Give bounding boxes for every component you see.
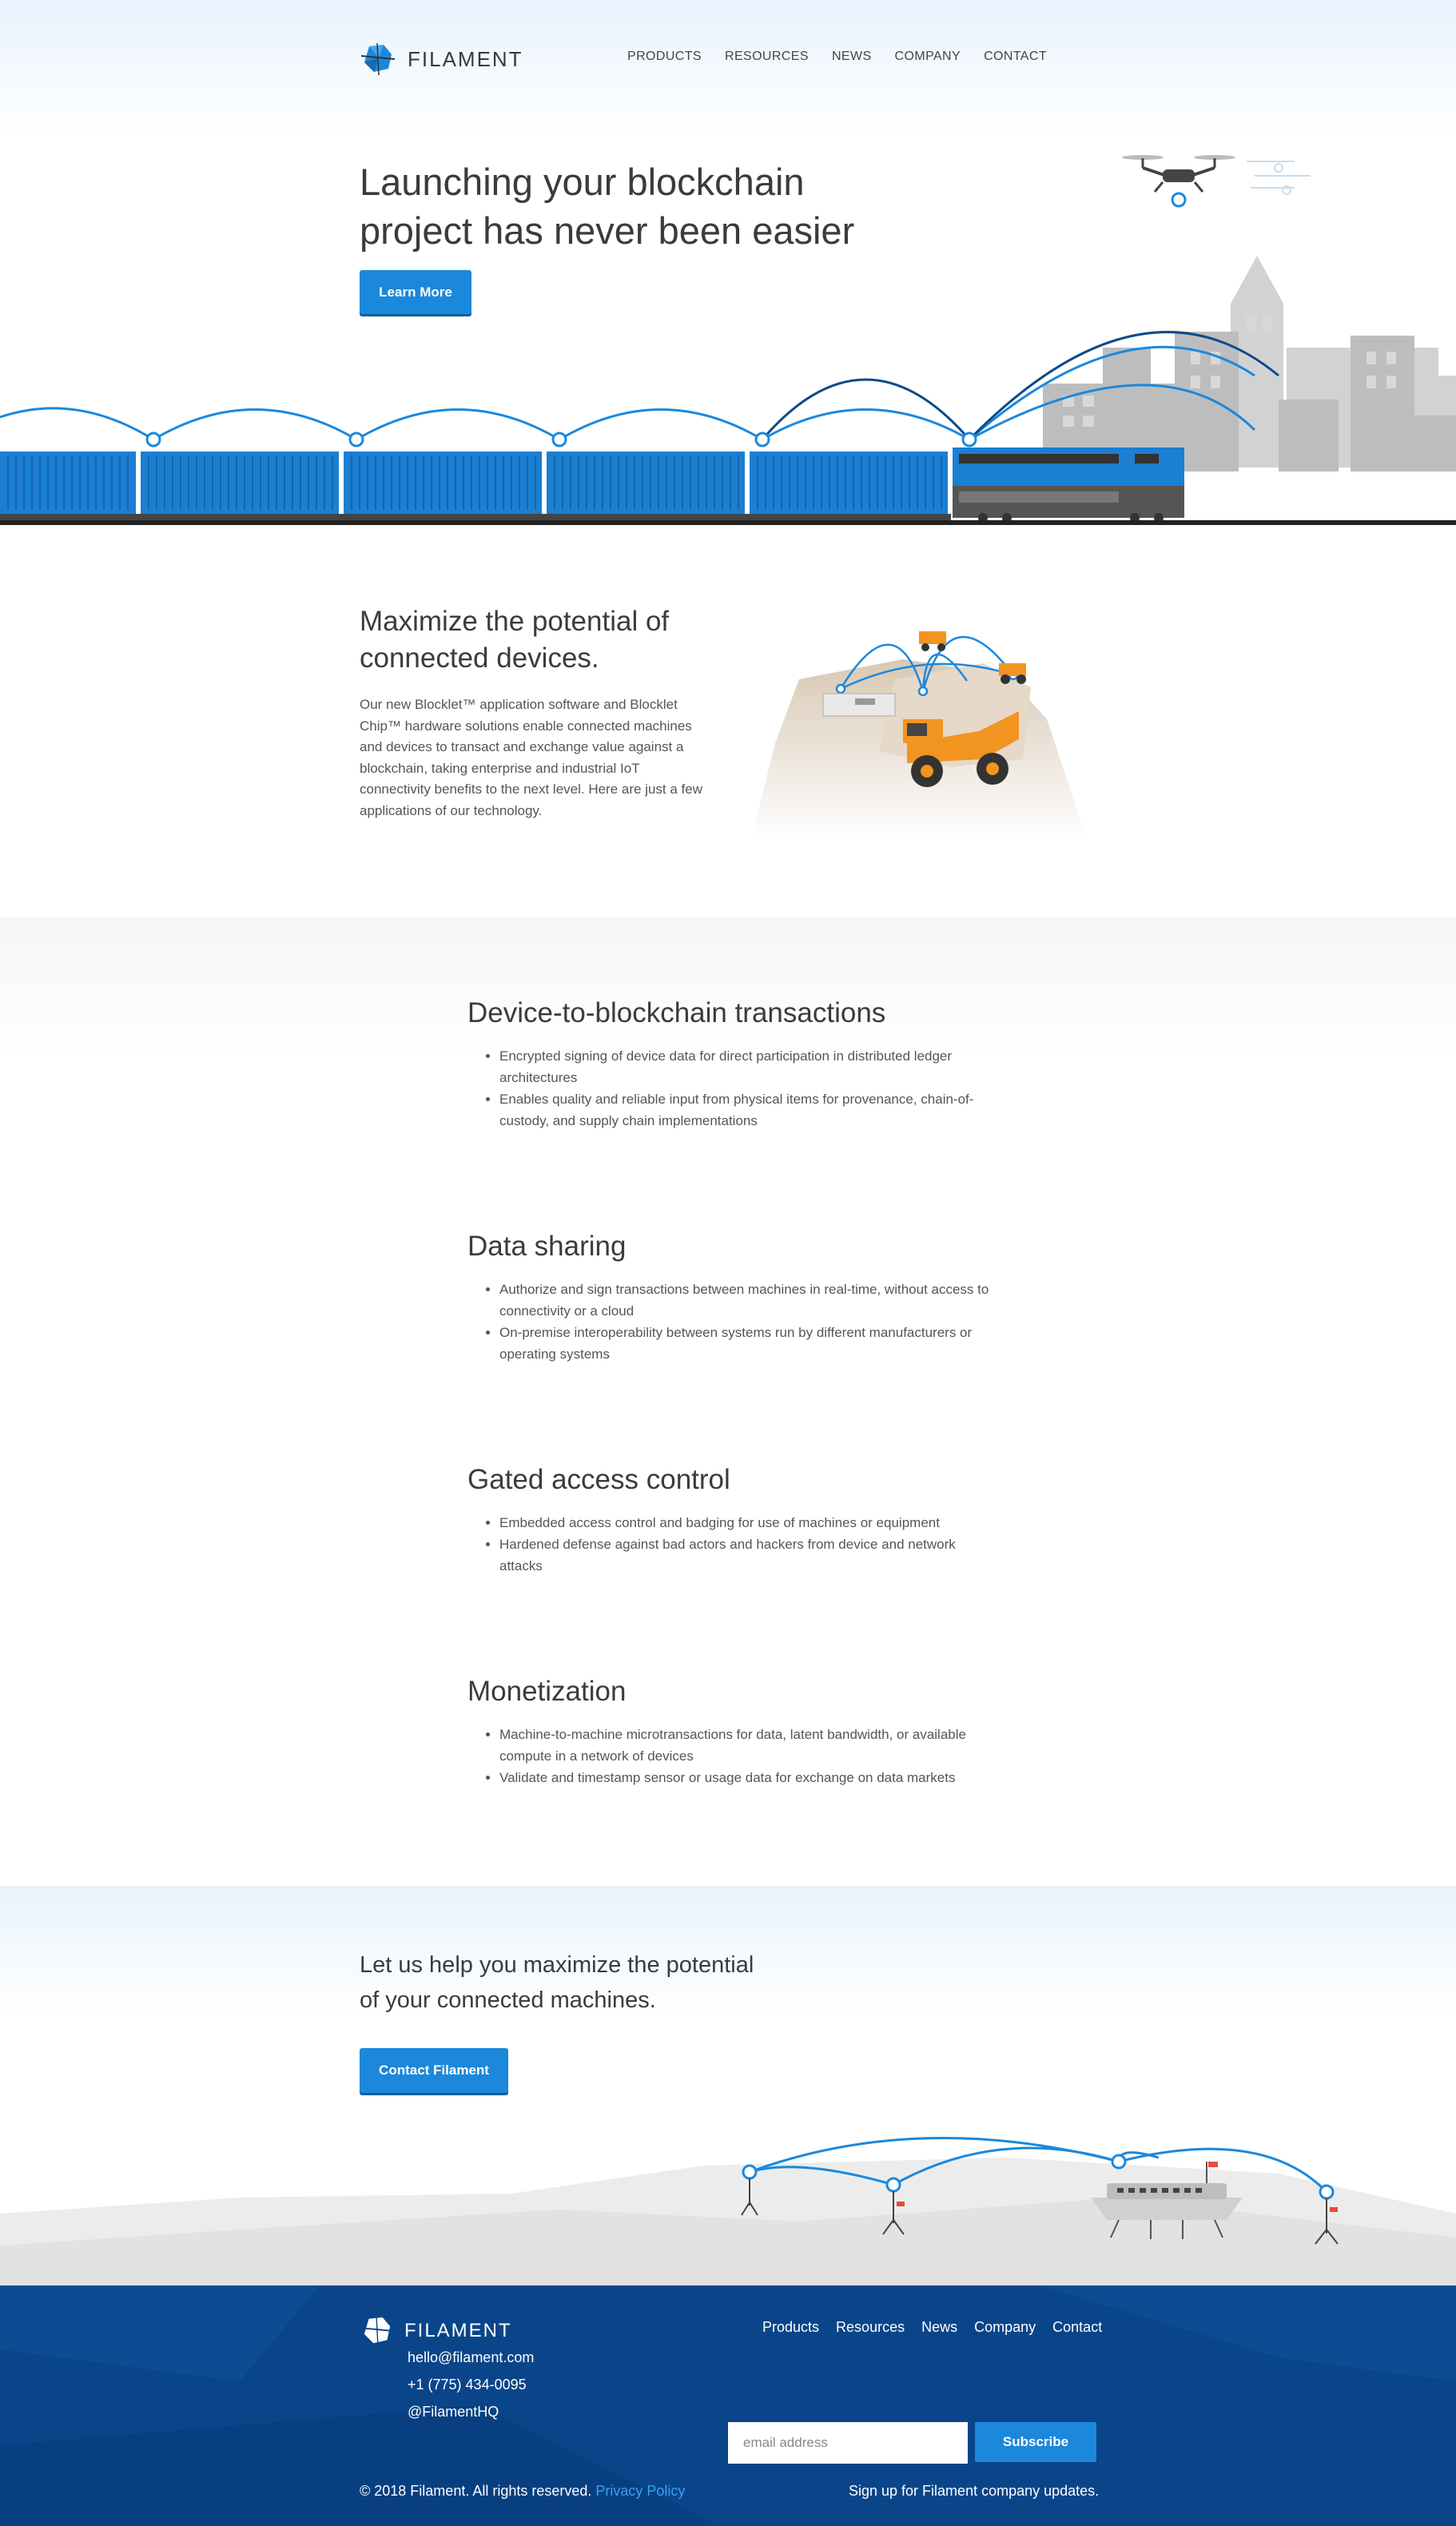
footer-email-link[interactable]: hello@filament.com <box>408 2349 534 2366</box>
footer-phone[interactable]: +1 (775) 434-0095 <box>408 2377 527 2393</box>
mining-trucks-illustration <box>751 631 1087 839</box>
nav-company[interactable]: COMPANY <box>895 50 961 64</box>
feature-list: Encrypted signing of device data for dir… <box>467 1045 995 1132</box>
privacy-policy-link[interactable]: Privacy Policy <box>595 2483 685 2499</box>
feature-device-to-blockchain: Device-to-blockchain transactions Encryp… <box>467 996 995 1132</box>
footer-link-company[interactable]: Company <box>974 2319 1036 2336</box>
footer-background <box>0 2285 1456 2526</box>
feature-bullet: Authorize and sign transactions between … <box>499 1279 995 1322</box>
top-nav: FILAMENT PRODUCTS RESOURCES NEWS COMPANY… <box>360 43 1047 75</box>
hero-section: FILAMENT PRODUCTS RESOURCES NEWS COMPANY… <box>0 0 1456 527</box>
nav-contact[interactable]: CONTACT <box>984 50 1047 64</box>
connected-devices-title: Maximize the potential of connected devi… <box>360 603 711 677</box>
feature-title: Monetization <box>467 1676 627 1707</box>
footer-link-contact[interactable]: Contact <box>1052 2319 1102 2336</box>
connected-devices-title-line1: Maximize the potential of <box>360 606 670 637</box>
sensor-network-illustration <box>0 2136 1456 2285</box>
logo-text: FILAMENT <box>408 46 523 71</box>
feature-bullet: Machine-to-machine microtransactions for… <box>499 1724 995 1767</box>
newsletter-note: Sign up for Filament company updates. <box>849 2483 1100 2499</box>
nav-resources[interactable]: RESOURCES <box>725 50 809 64</box>
feature-monetization: Monetization Machine-to-machine microtra… <box>467 1674 995 1788</box>
filament-logo-icon <box>360 2316 394 2346</box>
feature-list: Machine-to-machine microtransactions for… <box>467 1724 995 1788</box>
feature-bullet: Hardened defense against bad actors and … <box>499 1534 995 1577</box>
feature-bullet: On-premise interoperability between syst… <box>499 1322 995 1365</box>
feature-title: Gated access control <box>467 1464 730 1495</box>
filament-logo-icon <box>360 43 396 75</box>
feature-bullet: Enables quality and reliable input from … <box>499 1088 995 1132</box>
newsletter-email-input[interactable] <box>728 2422 968 2464</box>
footer-copyright: © 2018 Filament. All rights reserved. Pr… <box>360 2483 685 2500</box>
nav-links: PRODUCTS RESOURCES NEWS COMPANY CONTACT <box>627 50 1070 64</box>
feature-title: Device-to-blockchain transactions <box>467 997 886 1028</box>
feature-data-sharing: Data sharing Authorize and sign transact… <box>467 1229 995 1365</box>
subscribe-button[interactable]: Subscribe <box>975 2422 1096 2462</box>
feature-bullet: Embedded access control and badging for … <box>499 1512 995 1534</box>
cta-title-line2: of your connected machines. <box>360 1987 656 2013</box>
feature-list: Authorize and sign transactions between … <box>467 1279 995 1365</box>
footer-nav: Products Resources News Company Contact <box>762 2319 1119 2336</box>
footer-link-products[interactable]: Products <box>762 2319 819 2336</box>
nav-products[interactable]: PRODUCTS <box>627 50 702 64</box>
footer-logo-text: FILAMENT <box>404 2320 512 2341</box>
feature-gated-access: Gated access control Embedded access con… <box>467 1462 995 1577</box>
cta-title: Let us help you maximize the potential o… <box>360 1947 807 2018</box>
train-illustration <box>0 256 1456 525</box>
feature-title: Data sharing <box>467 1231 627 1262</box>
feature-list: Embedded access control and badging for … <box>467 1512 995 1577</box>
footer-logo[interactable]: FILAMENT <box>360 2316 512 2346</box>
filament-logo[interactable]: FILAMENT <box>360 43 523 75</box>
footer-link-news[interactable]: News <box>921 2319 957 2336</box>
footer: FILAMENT hello@filament.com +1 (775) 434… <box>0 2285 1456 2526</box>
cta-section: Let us help you maximize the potential o… <box>0 1886 1456 2285</box>
features-section: Device-to-blockchain transactions Encryp… <box>0 917 1456 1886</box>
feature-bullet: Validate and timestamp sensor or usage d… <box>499 1767 995 1788</box>
connected-devices-section: Maximize the potential of connected devi… <box>0 527 1456 917</box>
connected-devices-title-line2: connected devices. <box>360 642 599 674</box>
footer-twitter-link[interactable]: @FilamentHQ <box>408 2404 499 2421</box>
cta-title-line1: Let us help you maximize the potential <box>360 1952 754 1978</box>
nav-news[interactable]: NEWS <box>832 50 872 64</box>
feature-bullet: Encrypted signing of device data for dir… <box>499 1045 995 1088</box>
connected-devices-body: Our new Blocklet™ application software a… <box>360 697 703 818</box>
footer-link-resources[interactable]: Resources <box>836 2319 905 2336</box>
copyright-text: © 2018 Filament. All rights reserved. <box>360 2483 592 2499</box>
